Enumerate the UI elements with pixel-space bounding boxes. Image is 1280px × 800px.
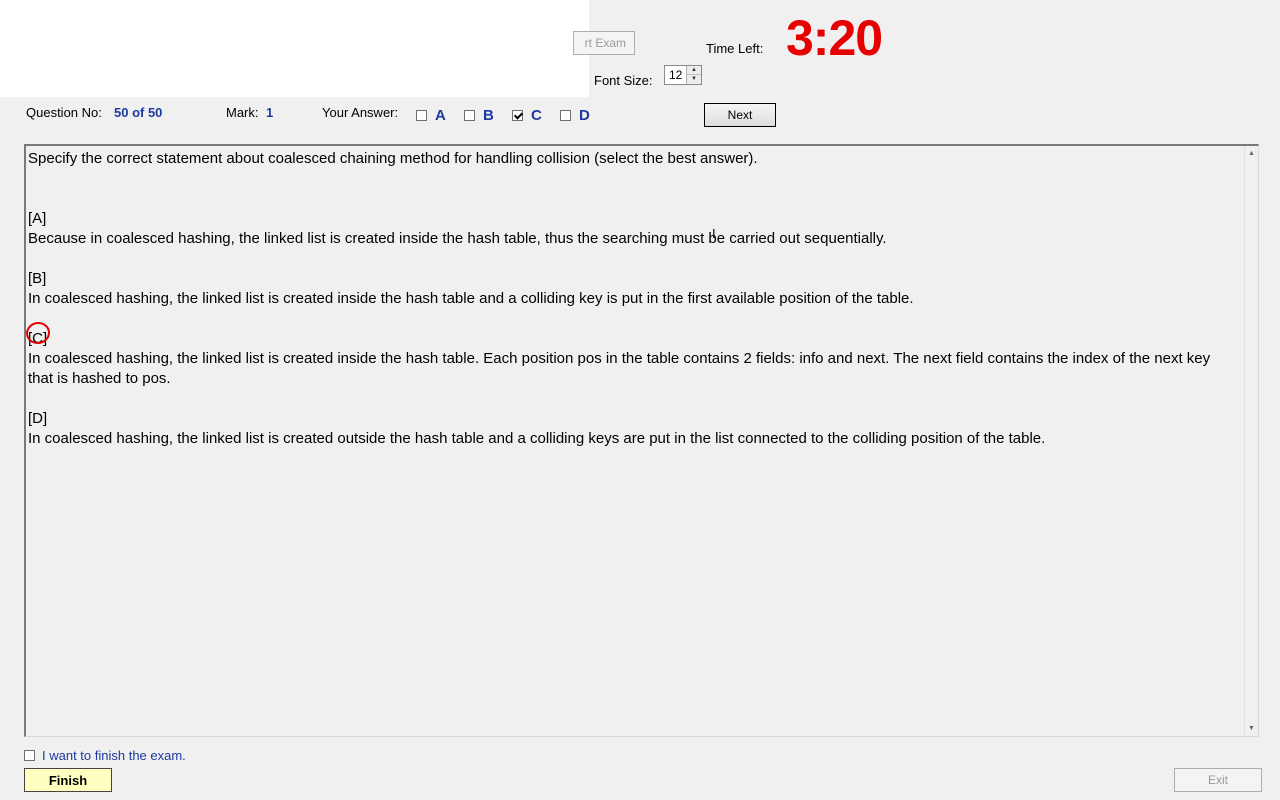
answer-checkbox-b[interactable]	[464, 110, 475, 121]
ibeam-cursor-icon: I	[712, 226, 716, 241]
font-size-spinner[interactable]: 12 ▲ ▼	[664, 65, 702, 85]
answer-choice-c[interactable]: C	[512, 107, 542, 124]
font-size-value[interactable]: 12	[669, 68, 682, 82]
vertical-scrollbar[interactable]: ▲ ▼	[1244, 146, 1258, 736]
answer-letter-c: C	[531, 107, 542, 124]
option-tag-b: [B]	[28, 270, 47, 287]
option-text-c: In coalesced hashing, the linked list is…	[28, 350, 1211, 387]
scroll-down-icon[interactable]: ▼	[1248, 725, 1255, 732]
question-panel[interactable]: Specify the correct statement about coal…	[24, 144, 1259, 737]
answer-letter-a: A	[435, 107, 446, 124]
font-size-label: Font Size:	[594, 73, 653, 88]
answer-choice-d[interactable]: D	[560, 107, 590, 124]
finish-confirm[interactable]: I want to finish the exam.	[24, 748, 186, 763]
option-text-d: In coalesced hashing, the linked list is…	[28, 430, 1046, 447]
spinner-arrows: ▲ ▼	[686, 66, 701, 84]
mark-value: 1	[266, 105, 274, 120]
answer-choice-b[interactable]: B	[464, 107, 494, 124]
finish-confirm-checkbox[interactable]	[24, 750, 35, 761]
blank-overlay	[0, 0, 589, 97]
option-text-a: Because in coalesced hashing, the linked…	[28, 230, 887, 247]
your-answer-label: Your Answer:	[322, 105, 399, 120]
option-text-b: In coalesced hashing, the linked list is…	[28, 290, 914, 307]
answer-choice-a[interactable]: A	[416, 107, 446, 124]
option-tag-c: [C]	[28, 330, 48, 347]
question-content: Specify the correct statement about coal…	[28, 149, 1238, 449]
spinner-up-icon[interactable]: ▲	[687, 66, 701, 75]
option-tag-a: [A]	[28, 210, 47, 227]
question-no-value: 50 of 50	[114, 105, 163, 120]
start-exam-button[interactable]: rt Exam	[573, 31, 635, 55]
question-no-label: Question No:	[26, 105, 102, 120]
question-prompt: Specify the correct statement about coal…	[28, 150, 758, 167]
mark-label: Mark:	[226, 105, 259, 120]
answer-letter-d: D	[579, 107, 590, 124]
spinner-down-icon[interactable]: ▼	[687, 75, 701, 84]
timer-display: 3:20	[786, 10, 883, 66]
time-left-label: Time Left:	[706, 41, 764, 56]
finish-confirm-label[interactable]: I want to finish the exam.	[42, 748, 186, 763]
answer-checkbox-d[interactable]	[560, 110, 571, 121]
option-tag-d: [D]	[28, 410, 48, 427]
next-button[interactable]: Next	[704, 103, 776, 127]
finish-button[interactable]: Finish	[24, 768, 112, 792]
answer-checkbox-a[interactable]	[416, 110, 427, 121]
answer-letter-b: B	[483, 107, 494, 124]
exam-window: rt Exam Time Left: 3:20 Font Size: 12 ▲ …	[0, 0, 1280, 800]
exit-button[interactable]: Exit	[1174, 768, 1262, 792]
answer-checkbox-c[interactable]	[512, 110, 523, 121]
scroll-up-icon[interactable]: ▲	[1248, 150, 1255, 157]
